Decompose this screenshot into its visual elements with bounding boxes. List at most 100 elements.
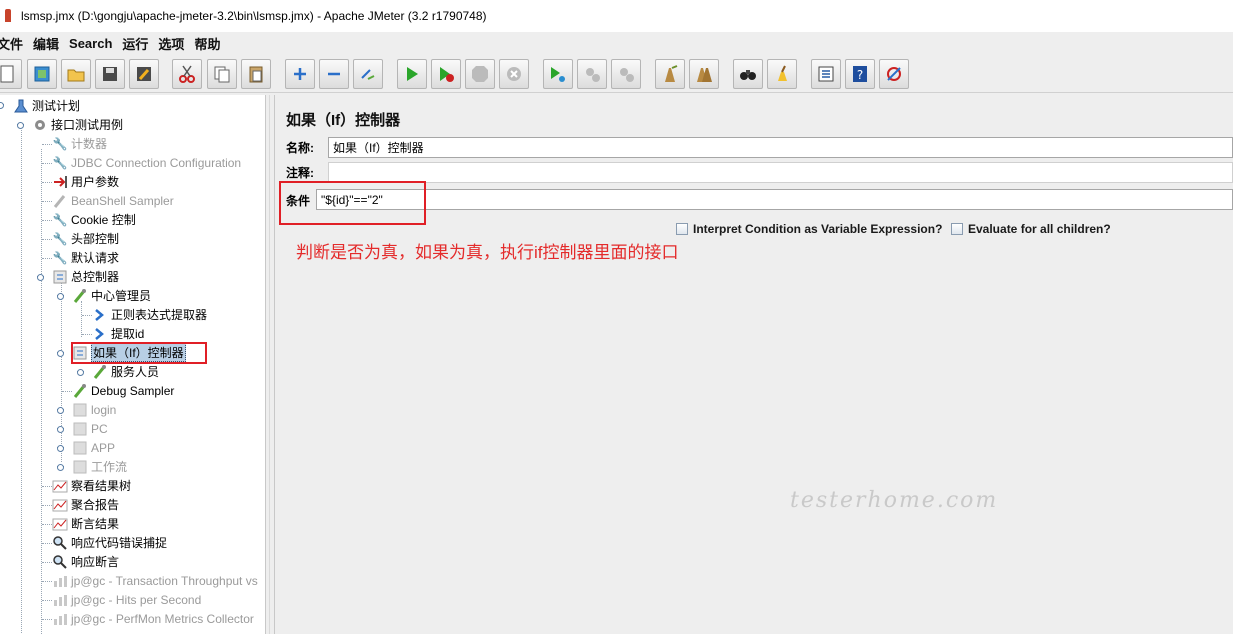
window-titlebar: lsmsp.jmx (D:\gongju\apache-jmeter-3.2\b… <box>0 0 1233 32</box>
tree-node-label: 接口测试用例 <box>51 118 124 132</box>
tree-node-view-results-tree[interactable]: 察看结果树 <box>52 476 131 495</box>
tree-node-beanshell-sampler[interactable]: BeanShell Sampler <box>52 191 174 210</box>
help-icon[interactable]: ? <box>845 59 875 89</box>
interpret-condition-checkbox[interactable]: Interpret Condition as Variable Expressi… <box>676 222 942 236</box>
tree-expand-toggle[interactable] <box>57 406 65 414</box>
menu-options[interactable]: 选项 <box>158 34 192 53</box>
expand-icon[interactable] <box>285 59 315 89</box>
tree-node-user-params[interactable]: 用户参数 <box>52 172 119 191</box>
tree-expand-toggle[interactable] <box>17 121 25 129</box>
controller-icon <box>72 402 88 418</box>
tree-expand-toggle[interactable] <box>57 425 65 433</box>
tree-expand-toggle[interactable] <box>0 101 5 109</box>
tree-expand-toggle[interactable] <box>37 273 45 281</box>
tree-branch <box>42 144 52 145</box>
pane-splitter[interactable] <box>265 95 275 634</box>
start-no-pause-icon[interactable] <box>431 59 461 89</box>
menu-help[interactable]: 帮助 <box>194 34 228 53</box>
new-icon[interactable] <box>0 59 22 89</box>
save-icon[interactable] <box>95 59 125 89</box>
tree-node-center-admin[interactable]: 中心管理员 <box>72 286 151 305</box>
tree-node-hits-per-second[interactable]: jp@gc - Hits per Second <box>52 590 201 609</box>
remote-start-icon[interactable] <box>543 59 573 89</box>
clear-icon[interactable] <box>655 59 685 89</box>
tree-expand-toggle[interactable] <box>57 463 65 471</box>
menu-search[interactable]: Search <box>69 36 120 51</box>
tree-node-label: jp@gc - Hits per Second <box>71 592 202 607</box>
toolbar: ? <box>0 55 1233 93</box>
shutdown-icon[interactable] <box>499 59 529 89</box>
comment-field[interactable] <box>328 162 1233 183</box>
reset-search-icon[interactable] <box>767 59 797 89</box>
tree-node-response-code-catch[interactable]: 响应代码错误捕捉 <box>52 533 167 552</box>
comment-label: 注释: <box>286 166 314 180</box>
tree-node-login[interactable]: login <box>72 400 116 419</box>
tree-node-label: 服务人员 <box>111 365 160 379</box>
tree-node-header-manager[interactable]: 🔧 头部控制 <box>52 229 120 248</box>
templates-icon[interactable] <box>27 59 57 89</box>
tree-branch <box>42 619 52 620</box>
tree-branch <box>42 600 52 601</box>
tree-node-label: Cookie 控制 <box>71 213 136 227</box>
menu-run[interactable]: 运行 <box>122 34 156 53</box>
tree-node-counter[interactable]: 🔧 计数器 <box>52 134 108 153</box>
checkbox-label: Evaluate for all children? <box>968 222 1111 236</box>
wrench-icon: 🔧 <box>52 136 68 151</box>
tree-node-aggregate-report[interactable]: 聚合报告 <box>52 495 119 514</box>
tree-node-response-assertion[interactable]: 响应断言 <box>52 552 119 571</box>
checkbox-box <box>951 223 963 235</box>
menu-file[interactable]: 文件 <box>0 34 31 53</box>
remote-shutdown-icon[interactable] <box>611 59 641 89</box>
tree-node-thread-group[interactable]: 接口测试用例 <box>32 115 123 134</box>
plugins-icon[interactable] <box>879 59 909 89</box>
copy-icon[interactable] <box>207 59 237 89</box>
clear-all-icon[interactable] <box>689 59 719 89</box>
test-plan-tree[interactable]: 测试计划 接口测试用例 🔧 计数器 🔧 JDBC Connection Config… <box>0 95 265 634</box>
name-field[interactable]: 如果（If）控制器 <box>328 137 1233 158</box>
tree-node-extract-id[interactable]: 提取id <box>92 324 144 343</box>
sampler-icon <box>72 383 88 399</box>
tree-node-jdbc-config[interactable]: 🔧 JDBC Connection Configuration <box>52 153 242 172</box>
tree-node-default-request[interactable]: 🔧 默认请求 <box>52 248 120 267</box>
toggle-icon[interactable] <box>353 59 383 89</box>
tree-node-debug-sampler[interactable]: Debug Sampler <box>72 381 174 400</box>
stop-icon[interactable] <box>465 59 495 89</box>
tree-node-assertion-results[interactable]: 断言结果 <box>52 514 119 533</box>
jmeter-app-icon <box>3 8 15 24</box>
start-icon[interactable] <box>397 59 427 89</box>
tree-expand-toggle[interactable] <box>57 292 65 300</box>
graph-icon <box>52 611 68 627</box>
wrench-icon: 🔧 <box>52 212 68 227</box>
tree-node-label: APP <box>91 440 116 455</box>
if-controller-panel: 如果（If）控制器 名称: 如果（If）控制器 注释: 条件 "${id}"==… <box>276 95 1233 634</box>
tree-expand-toggle[interactable] <box>57 444 65 452</box>
menu-bar: 文件 编辑 Search 运行 选项 帮助 <box>0 32 1233 54</box>
tree-node-main-controller[interactable]: 总控制器 <box>52 267 119 286</box>
tree-branch <box>42 524 52 525</box>
tree-branch <box>82 315 92 316</box>
tree-expand-toggle[interactable] <box>57 349 65 357</box>
tree-node-label: 聚合报告 <box>71 498 120 512</box>
tree-node-label: PC <box>91 421 108 436</box>
tree-node-cookie-manager[interactable]: 🔧 Cookie 控制 <box>52 210 136 229</box>
paste-icon[interactable] <box>241 59 271 89</box>
condition-field[interactable]: "${id}"=="2" <box>316 189 1233 210</box>
open-icon[interactable] <box>61 59 91 89</box>
tree-node-service-staff[interactable]: 服务人员 <box>92 362 159 381</box>
tree-expand-toggle[interactable] <box>77 368 85 376</box>
save-as-icon[interactable] <box>129 59 159 89</box>
tree-node-workflow[interactable]: 工作流 <box>72 457 127 476</box>
tree-node-app[interactable]: APP <box>72 438 115 457</box>
tree-node-pc[interactable]: PC <box>72 419 108 438</box>
evaluate-all-children-checkbox[interactable]: Evaluate for all children? <box>951 222 1111 236</box>
menu-edit[interactable]: 编辑 <box>33 34 67 53</box>
function-helper-icon[interactable] <box>811 59 841 89</box>
search-icon[interactable] <box>733 59 763 89</box>
tree-node-perfmon-collector[interactable]: jp@gc - PerfMon Metrics Collector <box>52 609 254 628</box>
cut-icon[interactable] <box>172 59 202 89</box>
remote-stop-icon[interactable] <box>577 59 607 89</box>
tree-node-root[interactable]: 测试计划 <box>13 96 80 115</box>
collapse-icon[interactable] <box>319 59 349 89</box>
tree-node-regex-extractor[interactable]: 正则表达式提取器 <box>92 305 207 324</box>
tree-node-transaction-throughput[interactable]: jp@gc - Transaction Throughput vs <box>52 571 258 590</box>
